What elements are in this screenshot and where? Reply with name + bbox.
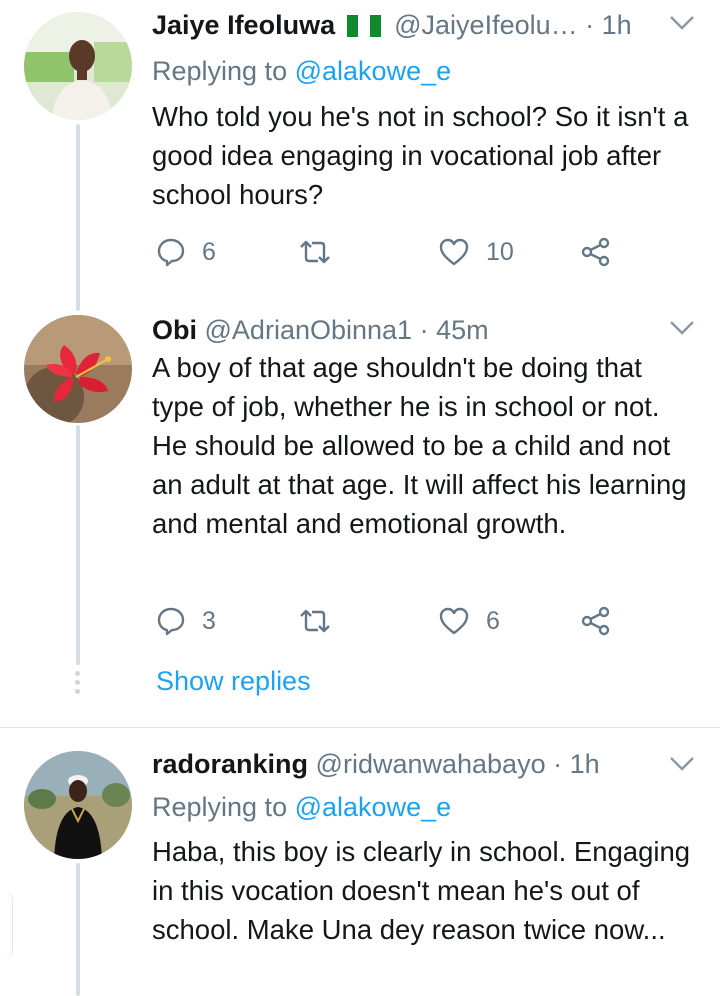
share-button[interactable] bbox=[580, 601, 612, 641]
tweet-2[interactable]: Obi @AdrianObinna1 · 45m A boy of that a… bbox=[0, 301, 720, 725]
show-replies-link[interactable]: Show replies bbox=[156, 666, 311, 697]
reply-button[interactable]: 6 bbox=[156, 232, 216, 272]
author-name[interactable]: Obi bbox=[152, 315, 197, 345]
replying-to-link[interactable]: @alakowe_e bbox=[295, 56, 452, 86]
replying-to: Replying to @alakowe_e bbox=[152, 792, 451, 823]
thread-more-dots bbox=[75, 671, 81, 698]
tweet-text: Haba, this boy is clearly in school. Eng… bbox=[152, 836, 691, 945]
share-icon bbox=[580, 605, 612, 637]
chevron-down-icon[interactable] bbox=[668, 14, 696, 32]
thread-line bbox=[76, 863, 80, 996]
tweet-time: · 45m bbox=[419, 315, 489, 345]
author-handle[interactable]: @ridwanwahabayo bbox=[316, 749, 546, 779]
avatar[interactable] bbox=[24, 12, 132, 120]
replying-to-link[interactable]: @alakowe_e bbox=[295, 792, 452, 822]
tweet-time: · 1h bbox=[553, 749, 600, 779]
reply-count: 6 bbox=[202, 237, 216, 266]
tweet-header: Jaiye Ifeoluwa @JaiyeIfeolu… · 1h bbox=[152, 10, 700, 50]
retweet-icon bbox=[298, 238, 332, 266]
heart-icon bbox=[438, 237, 470, 267]
thread-line bbox=[76, 301, 80, 311]
like-button[interactable]: 10 bbox=[438, 232, 514, 272]
share-icon bbox=[580, 236, 612, 268]
tweet-text: A boy of that age shouldn't be doing tha… bbox=[152, 352, 687, 539]
author-name[interactable]: radoranking bbox=[152, 749, 308, 779]
replying-to-label: Replying to bbox=[152, 792, 288, 822]
nigeria-flag-icon bbox=[346, 13, 381, 44]
reply-icon bbox=[156, 606, 186, 636]
tweet-header: radoranking @ridwanwahabayo · 1h bbox=[152, 749, 700, 789]
avatar[interactable] bbox=[24, 751, 132, 859]
heart-icon bbox=[438, 606, 470, 636]
reply-button[interactable]: 3 bbox=[156, 601, 216, 641]
tweet-time: · 1h bbox=[585, 10, 632, 40]
retweet-button[interactable] bbox=[298, 601, 332, 641]
author-handle[interactable]: @JaiyeIfeolu… bbox=[394, 10, 578, 40]
chevron-down-icon[interactable] bbox=[668, 755, 696, 773]
replying-to-label: Replying to bbox=[152, 56, 288, 86]
share-button[interactable] bbox=[580, 232, 612, 272]
replying-to: Replying to @alakowe_e bbox=[152, 56, 451, 87]
retweet-button[interactable] bbox=[298, 232, 332, 272]
author-name[interactable]: Jaiye Ifeoluwa bbox=[152, 10, 335, 40]
like-count: 6 bbox=[486, 606, 500, 635]
tweet-3[interactable]: radoranking @ridwanwahabayo · 1h Replyin… bbox=[0, 735, 720, 996]
chevron-down-icon[interactable] bbox=[668, 319, 696, 337]
like-button[interactable]: 6 bbox=[438, 601, 500, 641]
thread-line bbox=[76, 425, 80, 665]
thread-line bbox=[76, 124, 80, 305]
tweet-actions: 6 10 bbox=[152, 232, 622, 272]
reply-icon bbox=[156, 237, 186, 267]
author-handle[interactable]: @AdrianObinna1 bbox=[205, 315, 413, 345]
tweet-actions: 3 6 bbox=[152, 601, 622, 641]
divider bbox=[0, 727, 720, 728]
tweet-text: Who told you he's not in school? So it i… bbox=[152, 101, 689, 210]
like-count: 10 bbox=[486, 237, 514, 266]
tweet-1[interactable]: Jaiye Ifeoluwa @JaiyeIfeolu… · 1h Replyi… bbox=[0, 0, 720, 305]
reply-count: 3 bbox=[202, 606, 216, 635]
left-edge-fragment bbox=[0, 890, 13, 960]
retweet-icon bbox=[298, 607, 332, 635]
avatar[interactable] bbox=[24, 315, 132, 423]
